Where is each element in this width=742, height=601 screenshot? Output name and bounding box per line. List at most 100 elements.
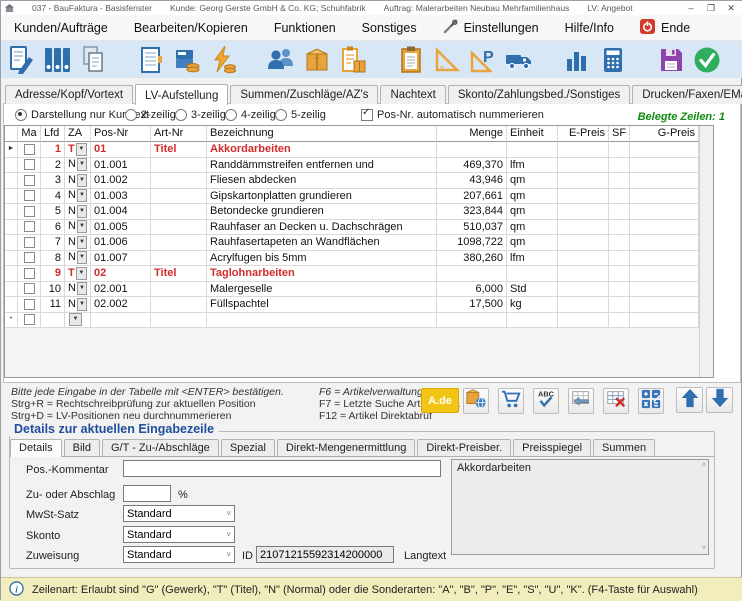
cell-za[interactable]: T▼ — [65, 142, 91, 158]
cell-einheit[interactable]: lfm — [507, 158, 558, 174]
cell-bezeichnung[interactable]: Akkordarbeiten — [207, 142, 437, 158]
customers-icon[interactable] — [265, 44, 297, 76]
cell-za[interactable]: N▼ — [65, 158, 91, 174]
radio-4zeilig[interactable] — [225, 109, 237, 121]
za-dropdown-button[interactable]: ▼ — [76, 267, 87, 280]
truck-icon[interactable] — [503, 44, 535, 76]
package-icon[interactable] — [301, 44, 333, 76]
cell-e-preis[interactable] — [558, 266, 609, 282]
cell-pos-nr[interactable] — [91, 313, 151, 329]
cell-menge[interactable]: 17,500 — [437, 297, 507, 313]
cell-za[interactable]: ▼ — [65, 313, 91, 329]
cell-g-preis[interactable] — [630, 297, 699, 313]
cell-art-nr[interactable] — [151, 282, 207, 298]
table-row[interactable]: 4 N▼ 01.003 Gipskartonplatten grundieren… — [5, 189, 700, 205]
za-dropdown-button[interactable]: ▼ — [77, 282, 87, 295]
row-mark-cell[interactable] — [18, 204, 41, 220]
cell-einheit[interactable] — [507, 266, 558, 282]
cell-g-preis[interactable] — [630, 204, 699, 220]
cell-einheit[interactable] — [507, 142, 558, 158]
langtext-textarea[interactable]: Akkordarbeiten ˄ ˅ — [451, 459, 709, 555]
row-mark-cell[interactable] — [18, 297, 41, 313]
dtab-spezial[interactable]: Spezial — [221, 439, 275, 456]
cell-menge[interactable]: 43,946 — [437, 173, 507, 189]
cell-g-preis[interactable] — [630, 158, 699, 174]
radio-kurztext[interactable] — [15, 109, 27, 121]
za-dropdown-button[interactable]: ▼ — [77, 298, 87, 311]
delete-row-button[interactable] — [603, 388, 629, 414]
close-button[interactable]: ✕ — [721, 1, 741, 15]
dtab-summen[interactable]: Summen — [593, 439, 655, 456]
dtab-preisspiegel[interactable]: Preisspiegel — [513, 439, 591, 456]
cell-sf[interactable] — [609, 235, 630, 251]
row-mark-cell[interactable] — [18, 142, 41, 158]
cell-einheit[interactable]: qm — [507, 189, 558, 205]
cell-bezeichnung[interactable] — [207, 313, 437, 329]
cash-register-icon[interactable] — [171, 44, 203, 76]
row-checkbox[interactable] — [24, 144, 35, 155]
cell-einheit[interactable]: Std — [507, 282, 558, 298]
cell-sf[interactable] — [609, 158, 630, 174]
za-dropdown-button[interactable]: ▼ — [77, 205, 87, 218]
copy-documents-icon[interactable] — [77, 44, 109, 76]
tab-adresse-kopf-vortext[interactable]: Adresse/Kopf/Vortext — [5, 85, 133, 104]
cell-art-nr[interactable] — [151, 158, 207, 174]
cell-bezeichnung[interactable]: Fliesen abdecken — [207, 173, 437, 189]
cell-menge[interactable] — [437, 313, 507, 329]
cell-lfd[interactable]: 11 — [41, 297, 65, 313]
row-mark-cell[interactable] — [18, 251, 41, 267]
za-dropdown-button[interactable]: ▼ — [76, 143, 87, 156]
menu-kunden-auftraege[interactable]: Kunden/Aufträge — [1, 15, 121, 40]
cell-pos-nr[interactable]: 02.001 — [91, 282, 151, 298]
table-row[interactable]: * ▼ — [5, 313, 700, 329]
scroll-up-icon[interactable]: ˄ — [702, 462, 706, 469]
move-row-down-button[interactable] — [706, 387, 733, 413]
save-icon[interactable] — [655, 44, 687, 76]
row-mark-cell[interactable] — [18, 282, 41, 298]
table-row[interactable]: 3 N▼ 01.002 Fliesen abdecken 43,946 qm — [5, 173, 700, 189]
notebook-icon[interactable] — [135, 44, 167, 76]
cell-bezeichnung[interactable]: Gipskartonplatten grundieren — [207, 189, 437, 205]
za-dropdown-button[interactable]: ▼ — [77, 174, 87, 187]
menu-bearbeiten-kopieren[interactable]: Bearbeiten/Kopieren — [121, 15, 261, 40]
tab-summen-zuschlaege[interactable]: Summen/Zuschläge/AZ's — [230, 85, 378, 104]
cell-art-nr[interactable] — [151, 189, 207, 205]
cell-lfd[interactable]: 5 — [41, 204, 65, 220]
cell-menge[interactable] — [437, 142, 507, 158]
cell-e-preis[interactable] — [558, 173, 609, 189]
option-2zeilig[interactable]: 2-zeilig — [125, 109, 176, 121]
menu-funktionen[interactable]: Funktionen — [261, 15, 349, 40]
za-dropdown-button[interactable]: ▼ — [77, 189, 87, 202]
radio-2zeilig[interactable] — [125, 109, 137, 121]
cell-pos-nr[interactable]: 01.003 — [91, 189, 151, 205]
option-3zeilig[interactable]: 3-zeilig — [175, 109, 226, 121]
zuweisung-select[interactable]: Standard˅ — [123, 546, 235, 563]
cell-bezeichnung[interactable]: Taglohnarbeiten — [207, 266, 437, 282]
cell-art-nr[interactable] — [151, 297, 207, 313]
cell-e-preis[interactable] — [558, 189, 609, 205]
cell-lfd[interactable]: 10 — [41, 282, 65, 298]
cell-za[interactable]: N▼ — [65, 297, 91, 313]
folders-icon[interactable] — [41, 44, 73, 76]
cell-lfd[interactable]: 7 — [41, 235, 65, 251]
cell-bezeichnung[interactable]: Rauhfasertapeten an Wandflächen — [207, 235, 437, 251]
cell-lfd[interactable]: 3 — [41, 173, 65, 189]
cell-pos-nr[interactable]: 01.006 — [91, 235, 151, 251]
cell-pos-nr[interactable]: 02.002 — [91, 297, 151, 313]
tab-skonto-zahlungsbed[interactable]: Skonto/Zahlungsbed./Sonstiges — [448, 85, 630, 104]
cell-lfd[interactable]: 1 — [41, 142, 65, 158]
ausschreiben-de-button[interactable]: A.de — [421, 388, 459, 413]
cell-e-preis[interactable] — [558, 220, 609, 236]
row-checkbox[interactable] — [24, 190, 35, 201]
cell-za[interactable]: N▼ — [65, 251, 91, 267]
tab-nachtext[interactable]: Nachtext — [380, 85, 445, 104]
row-checkbox[interactable] — [24, 283, 35, 294]
cell-art-nr[interactable] — [151, 313, 207, 329]
planning-icon[interactable]: P — [467, 44, 499, 76]
cell-art-nr[interactable] — [151, 251, 207, 267]
cell-einheit[interactable]: qm — [507, 235, 558, 251]
cart-button[interactable] — [498, 388, 524, 414]
cell-e-preis[interactable] — [558, 204, 609, 220]
cell-bezeichnung[interactable]: Füllspachtel — [207, 297, 437, 313]
cell-art-nr[interactable] — [151, 204, 207, 220]
